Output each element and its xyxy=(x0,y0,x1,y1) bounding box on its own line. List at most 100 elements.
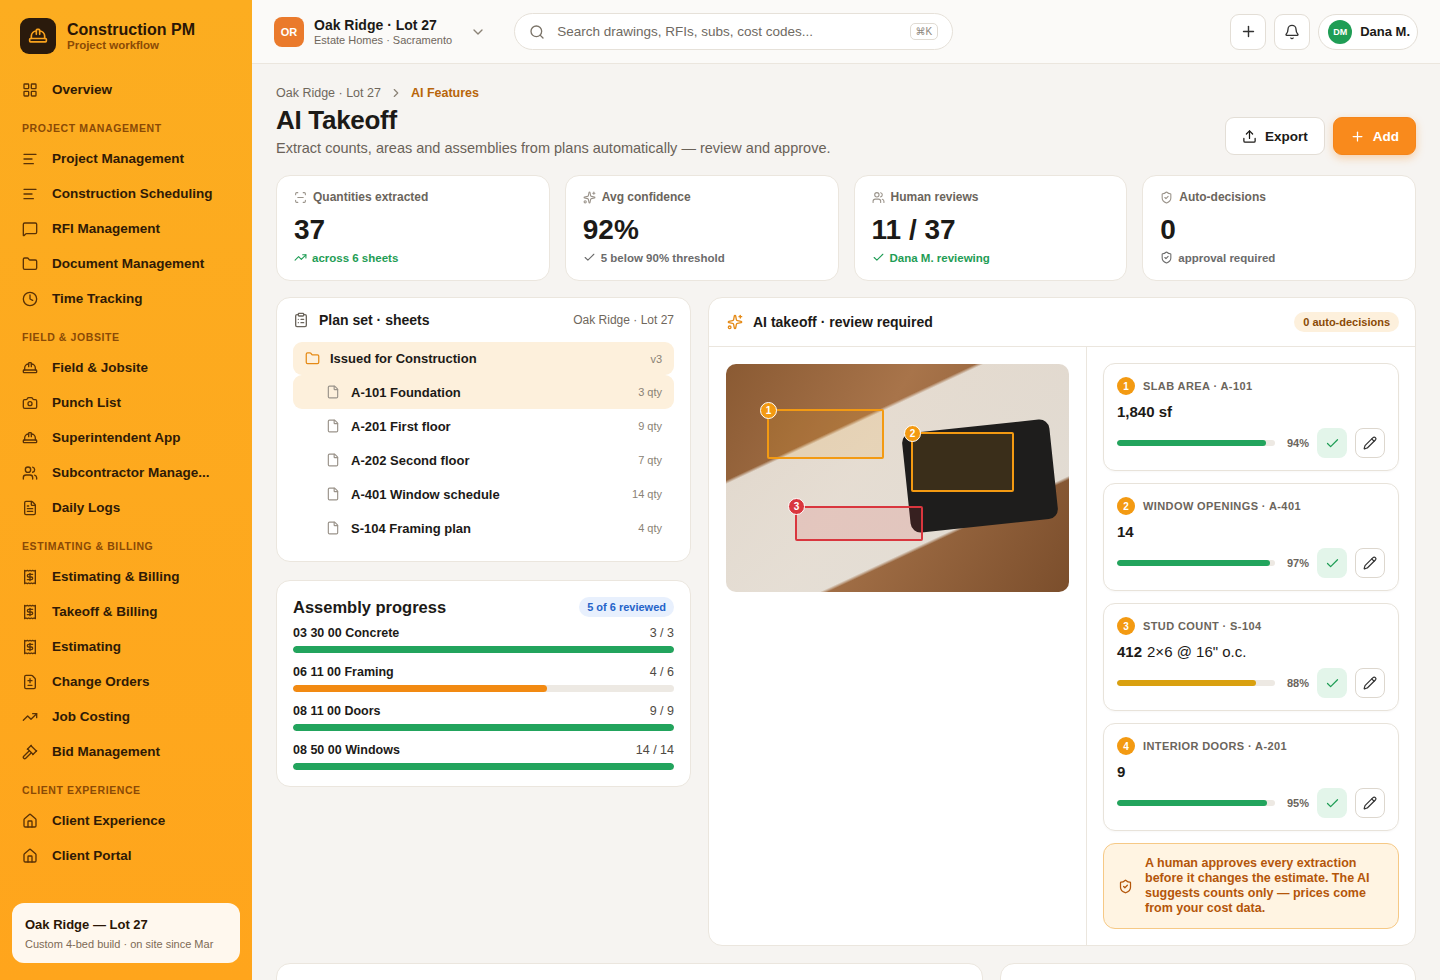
content: Oak Ridge · Lot 27 AI Features AI TakeoffE… xyxy=(252,64,1440,980)
plus-icon xyxy=(1350,129,1365,144)
sidebar-item[interactable]: RFI Management xyxy=(12,211,240,246)
card xyxy=(276,963,983,980)
extraction-label: WINDOW OPENINGS · A-401 xyxy=(1143,500,1301,512)
detection-box[interactable] xyxy=(911,432,1014,492)
sidebar-item[interactable]: Construction Scheduling xyxy=(12,176,240,211)
nav-icon xyxy=(22,82,38,98)
nav-icon xyxy=(22,465,38,481)
panels: Plan set · sheetsOak Ridge · Lot 27Issue… xyxy=(276,297,1416,946)
project-avatar: OR xyxy=(274,17,304,47)
edit-button[interactable] xyxy=(1355,668,1385,698)
assembly-name: 06 11 00 Framing xyxy=(293,665,394,679)
edit-button[interactable] xyxy=(1355,548,1385,578)
export-button[interactable]: Export xyxy=(1225,117,1325,155)
brand[interactable]: Construction PMProject workflow xyxy=(12,18,240,54)
extraction-unit: 2×6 @ 16" o.c. xyxy=(1147,643,1246,660)
assembly-count: 4 / 6 xyxy=(650,665,674,679)
sheet-qty: 4 qty xyxy=(638,522,662,534)
card-meta: Oak Ridge · Lot 27 xyxy=(573,313,674,327)
card-header: AI takeoff · review required0 auto-decis… xyxy=(709,298,1415,347)
edit-button[interactable] xyxy=(1355,428,1385,458)
assembly-count: 14 / 14 xyxy=(636,743,674,757)
sidebar-item[interactable]: Change Orders xyxy=(12,664,240,699)
project-card[interactable]: Oak Ridge — Lot 27Custom 4-bed build · o… xyxy=(12,903,240,963)
plan-photo[interactable]: 1 2 3 xyxy=(726,364,1069,592)
sidebar-item[interactable]: Field & Jobsite xyxy=(12,350,240,385)
card xyxy=(1000,963,1416,980)
clipboard-icon xyxy=(293,312,309,328)
number-badge: 4 xyxy=(1117,737,1135,755)
sidebar-item[interactable]: Client Portal xyxy=(12,838,240,873)
sheet-row[interactable]: A-202 Second floor7 qty xyxy=(293,443,674,477)
folder-version: v3 xyxy=(650,353,662,365)
sheet-qty: 3 qty xyxy=(638,386,662,398)
sidebar-item[interactable]: Estimating & Billing xyxy=(12,559,240,594)
assembly-name: 08 11 00 Doors xyxy=(293,704,381,718)
detection-marker[interactable]: 1 xyxy=(760,402,777,419)
detection-marker[interactable]: 3 xyxy=(788,498,805,515)
sidebar-item[interactable]: Daily Logs xyxy=(12,490,240,525)
sidebar-item[interactable]: Job Costing xyxy=(12,699,240,734)
confidence-fill xyxy=(1117,800,1267,806)
sidebar-item[interactable]: Takeoff & Billing xyxy=(12,594,240,629)
sidebar-item[interactable]: Bid Management xyxy=(12,734,240,769)
detection-box[interactable] xyxy=(767,409,884,459)
review-card: AI takeoff · review required0 auto-decis… xyxy=(708,297,1416,946)
assembly-count: 9 / 9 xyxy=(650,704,674,718)
stat-label: Human reviews xyxy=(872,190,1110,204)
review-badge: 5 of 6 reviewed xyxy=(579,597,674,617)
sidebar-item[interactable]: Document Management xyxy=(12,246,240,281)
assembly-name: 03 30 00 Concrete xyxy=(293,626,399,640)
approve-button[interactable] xyxy=(1317,548,1347,578)
detection-marker[interactable]: 2 xyxy=(904,425,921,442)
topbar: OROak Ridge · Lot 27Estate Homes · Sacra… xyxy=(252,0,1440,64)
sparkles-icon xyxy=(727,314,743,330)
sidebar-item[interactable]: Time Tracking xyxy=(12,281,240,316)
folder-row[interactable]: Issued for Constructionv3 xyxy=(293,342,674,375)
nav-icon xyxy=(22,256,38,272)
progress-track xyxy=(293,646,674,653)
sidebar-item[interactable]: Subcontractor Manage... xyxy=(12,455,240,490)
progress-fill xyxy=(293,685,547,692)
search-input[interactable] xyxy=(555,23,899,40)
notifications-button[interactable] xyxy=(1274,14,1310,50)
page-header: AI TakeoffExtract counts, areas and asse… xyxy=(276,104,1416,156)
sidebar-item[interactable]: Overview xyxy=(12,72,240,107)
note-icon xyxy=(1160,251,1173,264)
sheet-row[interactable]: A-201 First floor9 qty xyxy=(293,409,674,443)
stat-icon xyxy=(583,191,596,204)
sidebar: Construction PMProject workflow Overview P… xyxy=(0,0,252,980)
note-icon xyxy=(294,251,307,264)
sheet-row[interactable]: A-101 Foundation3 qty xyxy=(293,375,674,409)
brand-title: Construction PM xyxy=(67,21,195,39)
card-title: Assembly progress xyxy=(293,598,446,617)
section-label: FIELD & JOBSITE xyxy=(12,330,240,344)
stat-note: approval required xyxy=(1160,251,1398,264)
stat-card: Human reviews11 / 37Dana M. reviewing xyxy=(854,175,1128,281)
detection-box[interactable] xyxy=(795,506,923,541)
approve-button[interactable] xyxy=(1317,428,1347,458)
add-button[interactable] xyxy=(1230,14,1266,50)
edit-button[interactable] xyxy=(1355,788,1385,818)
note-icon xyxy=(583,251,596,264)
bell-icon xyxy=(1284,24,1300,40)
sidebar-item[interactable]: Project Management xyxy=(12,141,240,176)
breadcrumb-item[interactable]: AI Features xyxy=(411,86,479,100)
breadcrumb-item[interactable]: Oak Ridge · Lot 27 xyxy=(276,86,381,100)
progress-fill xyxy=(293,763,674,770)
user-menu[interactable]: DMDana M. xyxy=(1318,14,1418,50)
project-switcher[interactable]: OROak Ridge · Lot 27Estate Homes · Sacra… xyxy=(274,17,486,47)
sidebar-item[interactable]: Estimating xyxy=(12,629,240,664)
sheet-row[interactable]: S-104 Framing plan4 qty xyxy=(293,511,674,545)
sheet-row[interactable]: A-401 Window schedule14 qty xyxy=(293,477,674,511)
sidebar-item[interactable]: Client Experience xyxy=(12,803,240,838)
approve-button[interactable] xyxy=(1317,668,1347,698)
stats: Quantities extracted37across 6 sheetsAvg… xyxy=(276,175,1416,281)
sidebar-item[interactable]: Punch List xyxy=(12,385,240,420)
add-button[interactable]: Add xyxy=(1333,117,1416,155)
approve-button[interactable] xyxy=(1317,788,1347,818)
extraction-value: 4122×6 @ 16" o.c. xyxy=(1117,642,1385,662)
extraction-value: 9 xyxy=(1117,762,1385,782)
sidebar-item[interactable]: Superintendent App xyxy=(12,420,240,455)
stat-note: Dana M. reviewing xyxy=(872,251,1110,264)
